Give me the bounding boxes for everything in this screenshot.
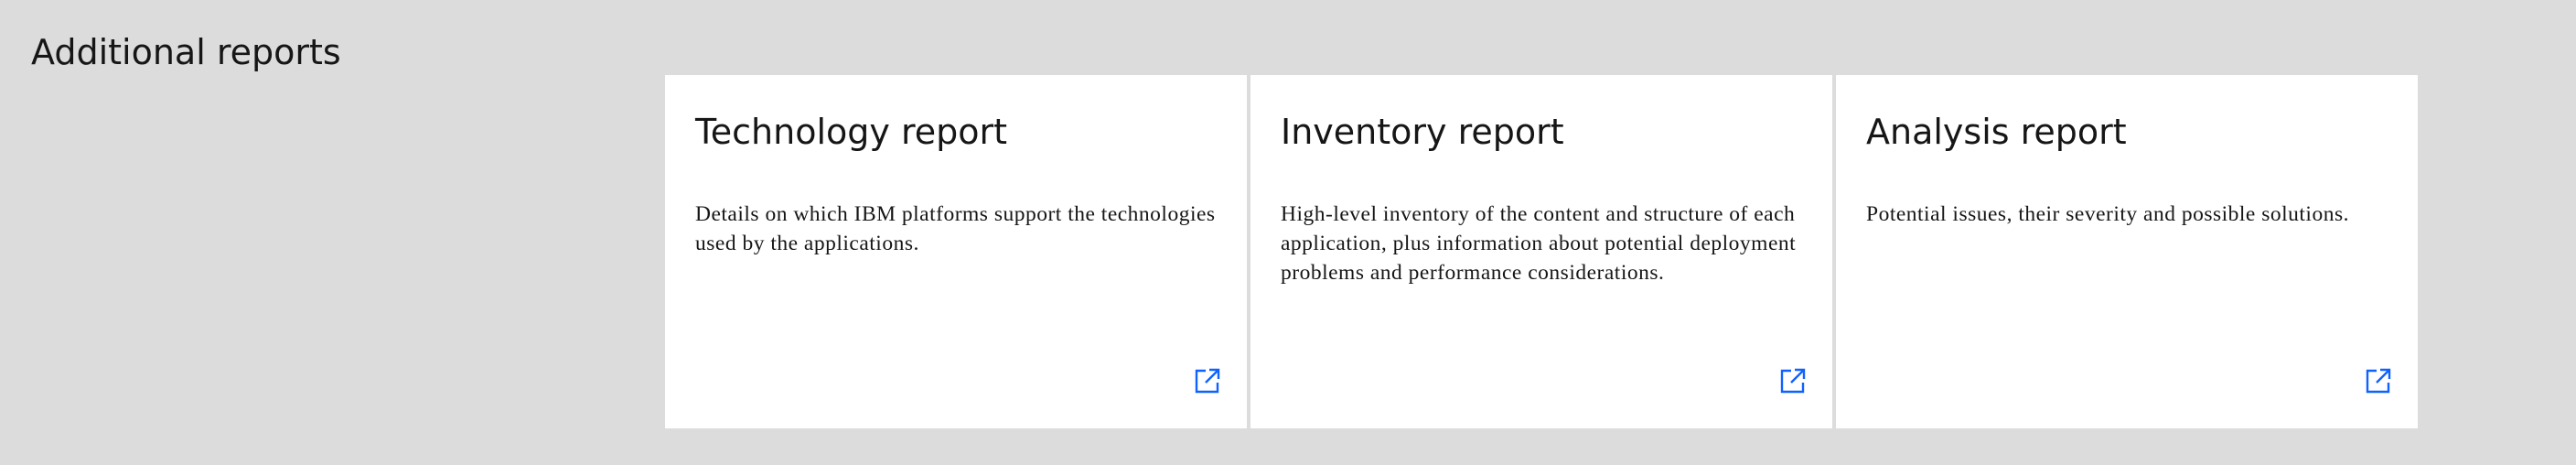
card-title: Technology report [695, 112, 1007, 152]
analysis-report-card[interactable]: Analysis report Potential issues, their … [1836, 75, 2418, 428]
technology-report-card[interactable]: Technology report Details on which IBM p… [665, 75, 1247, 428]
card-description: Details on which IBM platforms support t… [695, 202, 1216, 255]
section-title: Additional reports [31, 32, 341, 72]
card-title: Analysis report [1866, 112, 2127, 152]
card-title: Inventory report [1281, 112, 1564, 152]
report-cards: Technology report Details on which IBM p… [665, 75, 2418, 428]
card-description: Potential issues, their severity and pos… [1866, 202, 2349, 226]
card-description: High-level inventory of the content and … [1281, 202, 1797, 285]
launch-icon[interactable] [2364, 366, 2393, 395]
launch-icon[interactable] [1193, 366, 1222, 395]
launch-icon[interactable] [1778, 366, 1808, 395]
inventory-report-card[interactable]: Inventory report High-level inventory of… [1250, 75, 1832, 428]
